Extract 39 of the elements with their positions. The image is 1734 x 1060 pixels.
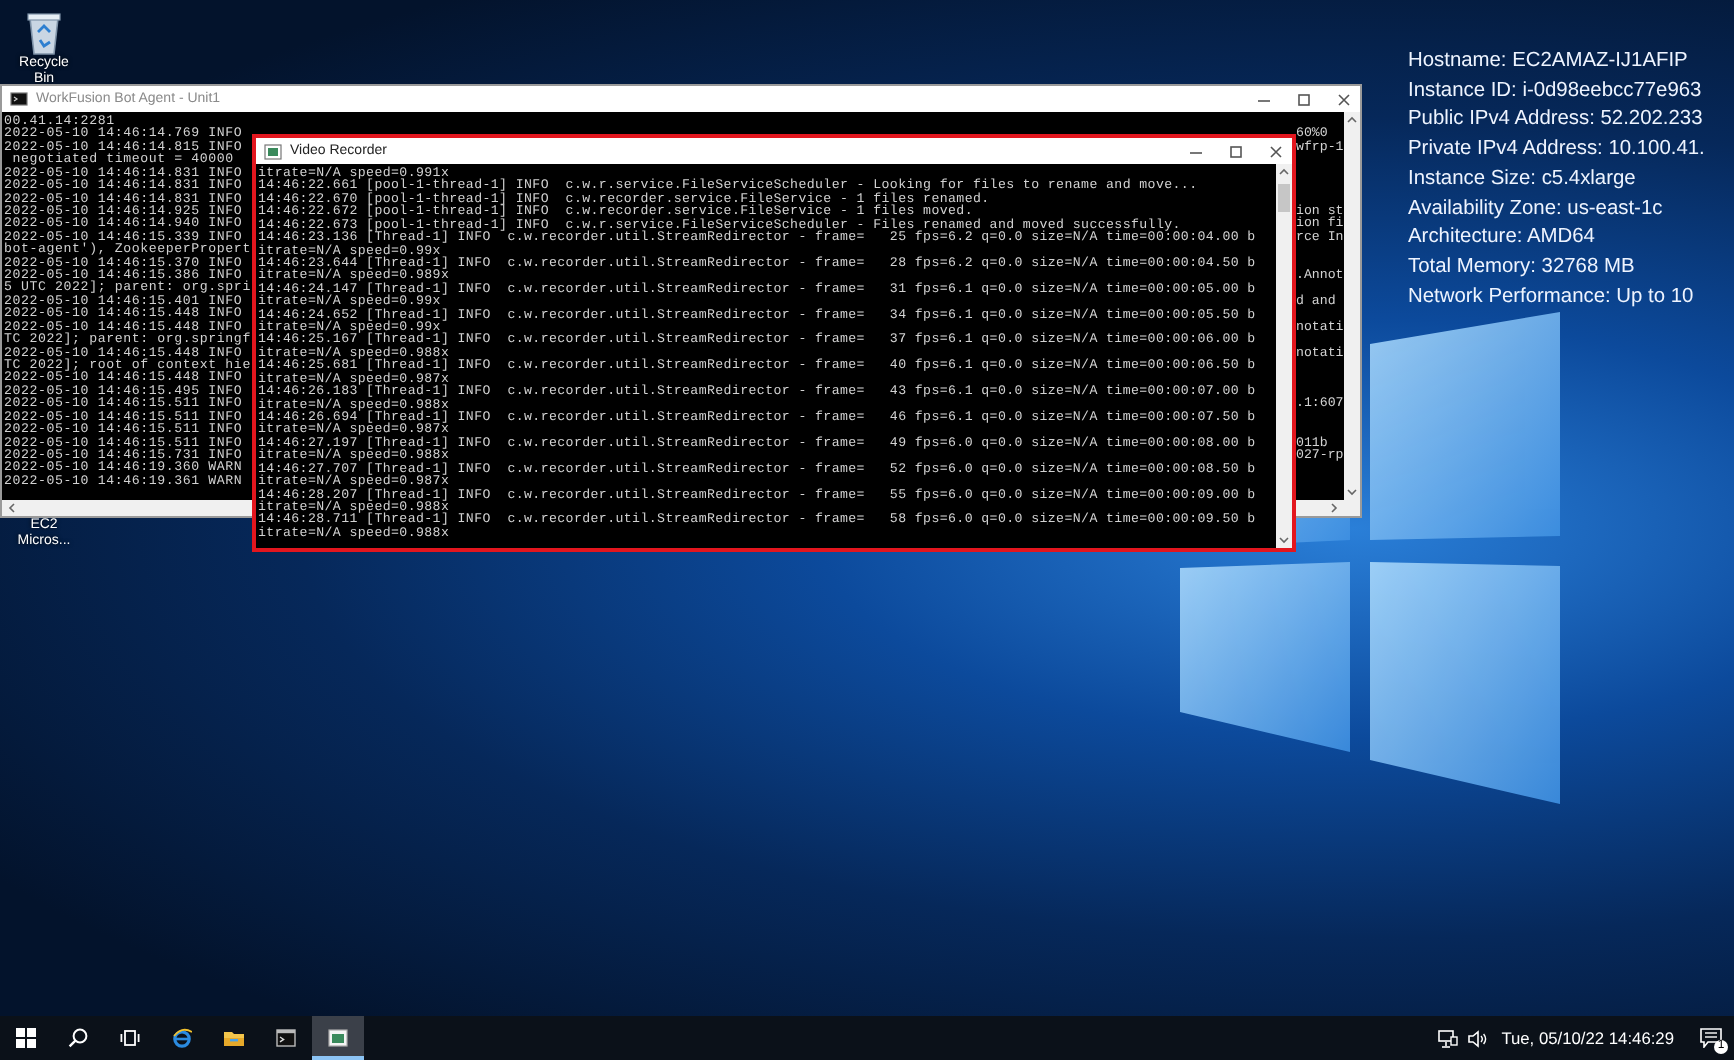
folder-icon (224, 1028, 244, 1048)
speaker-icon[interactable] (1467, 1029, 1488, 1047)
scrollbar-thumb[interactable] (1278, 184, 1290, 212)
close-icon[interactable] (1336, 91, 1352, 107)
maximize-icon[interactable] (1296, 91, 1312, 107)
terminal-icon (10, 92, 28, 106)
browser-icon (172, 1028, 192, 1048)
system-info-line: Total Memory: 32768 MB (1408, 253, 1637, 282)
window-icon (264, 143, 282, 159)
window-icon (328, 1028, 348, 1048)
system-info-line: Architecture: AMD64 (1408, 224, 1597, 253)
system-info-line: Private IPv4 Address: 10.100.41. (1408, 136, 1705, 165)
system-info-line: Public IPv4 Address: 52.202.233 (1408, 106, 1705, 135)
system-info-line: Instance Size: c5.4xlarge (1408, 165, 1638, 194)
system-info-line: Availability Zone: us-east-1c (1408, 195, 1665, 224)
close-icon[interactable] (1268, 143, 1284, 159)
scroll-up-icon[interactable] (1346, 116, 1358, 124)
system-info-line: Instance ID: i-0d98eebcc77e963 (1408, 77, 1704, 106)
recycle-bin-icon[interactable] (22, 8, 66, 56)
system-info-line: Hostname: EC2AMAZ-IJ1AFIP (1408, 48, 1690, 76)
horizontal-scrollbar[interactable] (2, 500, 252, 516)
scroll-down-icon[interactable] (1346, 488, 1358, 496)
vertical-scrollbar[interactable] (1276, 164, 1292, 548)
clock-text[interactable]: Tue, 05/10/22 14:46:29 (1501, 1028, 1674, 1048)
scroll-right-icon[interactable] (1330, 502, 1338, 514)
task-view-icon (120, 1028, 140, 1048)
system-info-line: Network Performance: Up to 10 (1408, 283, 1696, 312)
scroll-up-icon[interactable] (1278, 168, 1290, 176)
vertical-scrollbar[interactable] (1344, 112, 1360, 500)
maximize-icon[interactable] (1228, 143, 1244, 159)
search-icon (68, 1028, 88, 1048)
four-squares-icon (16, 1028, 36, 1048)
network-icon[interactable] (1437, 1029, 1458, 1047)
scroll-left-icon[interactable] (8, 502, 16, 514)
terminal-icon (276, 1028, 296, 1048)
notification-icon (1700, 1028, 1722, 1048)
recorder-taskbar-button[interactable] (312, 1016, 364, 1060)
scroll-down-icon[interactable] (1278, 536, 1290, 544)
horizontal-scrollbar[interactable] (1296, 500, 1344, 516)
